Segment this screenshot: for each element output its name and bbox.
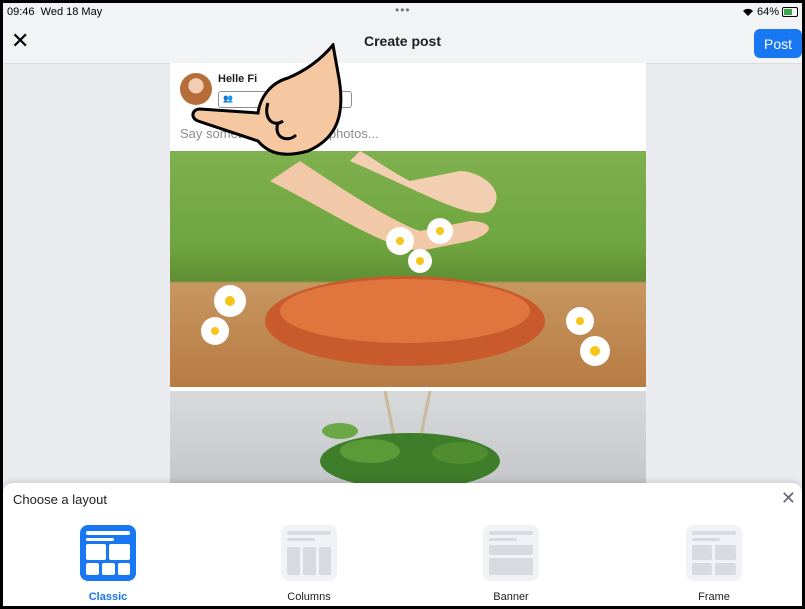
layout-label-columns: Columns <box>287 591 331 603</box>
photo-daisies[interactable] <box>170 151 646 387</box>
frame-layout-icon <box>686 525 742 581</box>
layout-option-columns[interactable]: Columns <box>264 525 354 603</box>
pointing-hand-icon <box>191 43 343 156</box>
photo-plant[interactable] <box>170 391 646 483</box>
battery-percent: 64% <box>756 6 779 18</box>
sheet-title: Choose a layout <box>13 492 107 507</box>
nav-bar: ✕ Create post Post <box>3 21 802 64</box>
status-time: 09:46 Wed 18 May <box>7 6 103 18</box>
battery-icon <box>782 7 798 17</box>
wifi-icon <box>742 8 753 16</box>
layout-sheet: Choose a layout ✕ Classic Columns Banner… <box>3 483 802 606</box>
photo-plant-art <box>320 391 500 483</box>
multitask-dots[interactable]: ••• <box>395 3 411 17</box>
layout-option-frame[interactable]: Frame <box>669 525 759 603</box>
banner-layout-icon <box>483 525 539 581</box>
status-right: 64% <box>742 6 798 18</box>
layout-option-classic[interactable]: Classic <box>63 525 153 603</box>
sheet-close-icon[interactable]: ✕ <box>781 488 796 509</box>
classic-layout-icon <box>80 525 136 581</box>
status-bar: 09:46 Wed 18 May ••• 64% <box>3 3 802 21</box>
layout-label-banner: Banner <box>493 591 529 603</box>
layout-label-frame: Frame <box>698 591 730 603</box>
photo-daisies-art <box>201 151 610 366</box>
layout-label-classic: Classic <box>88 591 128 603</box>
layout-option-banner[interactable]: Banner <box>466 525 556 603</box>
columns-layout-icon <box>281 525 337 581</box>
page-title: Create post <box>363 33 442 49</box>
post-button[interactable]: Post <box>754 29 802 58</box>
